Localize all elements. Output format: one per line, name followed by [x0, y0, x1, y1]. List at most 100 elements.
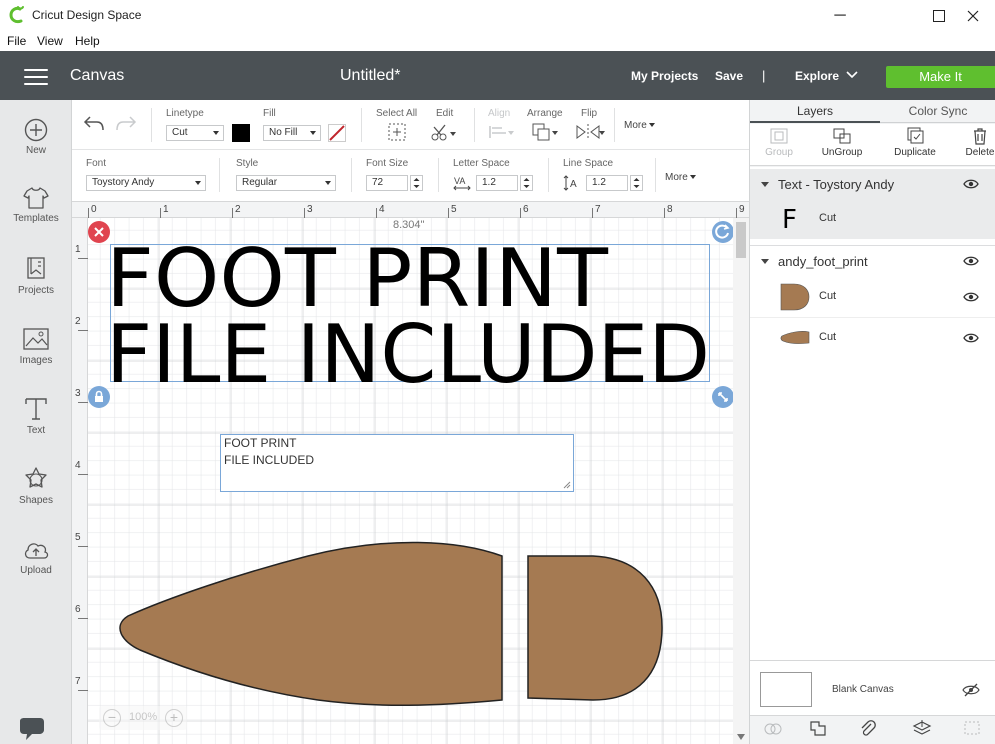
resize-grip-icon[interactable] [563, 481, 571, 489]
caret-down-icon [310, 131, 316, 135]
fill-value: No Fill [269, 127, 298, 138]
toolbar-divider [474, 108, 475, 142]
sidebar-item-new[interactable]: New [0, 118, 72, 156]
design-canvas[interactable]: 0 1 2 3 4 5 6 7 8 9 1 2 3 4 5 6 7 8.304" FOOT PRINT FIL… [72, 202, 749, 744]
contour-icon[interactable] [962, 719, 982, 737]
layer-group-text[interactable]: Text - Toystory Andy [750, 169, 995, 199]
tab-layers[interactable]: Layers [750, 100, 880, 123]
redo-icon[interactable] [115, 114, 137, 132]
eye-icon[interactable] [963, 178, 979, 190]
sidebar-item-images[interactable]: Images [0, 326, 72, 366]
eye-icon[interactable] [963, 332, 979, 344]
sidebar-item-label: Projects [17, 285, 55, 296]
minimize-button[interactable]: ─ [817, 0, 863, 31]
zoom-in-button[interactable]: + [165, 709, 183, 727]
collapse-triangle-icon[interactable] [761, 182, 769, 187]
linetype-color-swatch[interactable] [232, 124, 250, 142]
undo-icon[interactable] [83, 114, 105, 132]
sidebar-item-label: Upload [20, 565, 52, 576]
scrollbar-thumb[interactable] [736, 222, 746, 258]
menu-file[interactable]: File [7, 34, 26, 48]
sidebar-item-shapes[interactable]: Shapes [0, 466, 72, 506]
blank-canvas-swatch[interactable] [760, 672, 812, 707]
font-size-stepper-icon[interactable] [410, 175, 423, 191]
letter-space-stepper-icon[interactable] [520, 175, 533, 191]
edit-scissors-icon[interactable] [431, 123, 457, 141]
rotate-handle-icon[interactable] [711, 220, 735, 244]
headline-text[interactable]: FOOT PRINT FILE INCLUDED [102, 234, 722, 394]
group-button[interactable]: Group [764, 127, 794, 158]
blank-canvas-label: Blank Canvas [832, 684, 894, 695]
my-projects-link[interactable]: My Projects [631, 69, 698, 83]
save-link[interactable]: Save [715, 69, 743, 83]
ruler-top-tick [232, 208, 233, 218]
linetype-value: Cut [172, 127, 188, 138]
font-size-input[interactable]: 72 [366, 175, 408, 191]
align-icon[interactable] [488, 124, 514, 140]
layer-item[interactable]: Cut [750, 317, 995, 357]
blank-canvas-row[interactable]: Blank Canvas [750, 660, 995, 715]
edit-label: Edit [436, 108, 454, 119]
caret-down-icon [689, 175, 696, 180]
sidebar-item-projects[interactable]: Projects [0, 256, 72, 296]
caret-down-icon [195, 181, 201, 185]
foot-sole-shape[interactable] [119, 541, 503, 706]
delete-handle-icon[interactable] [87, 220, 111, 244]
make-it-button[interactable]: Make It [886, 66, 995, 88]
font-select[interactable]: Toystory Andy [86, 175, 206, 191]
foot-print-shapes[interactable] [118, 538, 666, 718]
menu-view[interactable]: View [37, 34, 63, 48]
minimize-icon: ─ [834, 6, 846, 24]
flip-icon[interactable] [575, 123, 605, 141]
ungroup-button[interactable]: UnGroup [820, 127, 864, 158]
explore-dropdown[interactable]: Explore [795, 69, 839, 83]
line-space-stepper-icon[interactable] [630, 175, 643, 191]
lock-handle-icon[interactable] [87, 385, 111, 409]
tab-color-sync[interactable]: Color Sync [880, 100, 995, 123]
close-button[interactable]: ✕ [950, 0, 995, 31]
delete-button[interactable]: Delete [964, 127, 995, 158]
hamburger-menu-icon[interactable] [24, 69, 48, 85]
eye-icon[interactable] [963, 255, 979, 267]
letter-space-input[interactable]: 1.2 [476, 175, 518, 191]
sidebar-item-upload[interactable]: Upload [0, 538, 72, 576]
eye-hidden-icon[interactable] [962, 683, 980, 697]
collapse-triangle-icon[interactable] [761, 259, 769, 264]
fill-select[interactable]: No Fill [263, 125, 321, 141]
canvas-vertical-scrollbar[interactable] [733, 218, 749, 744]
flip-label: Flip [581, 108, 598, 119]
zoom-out-button[interactable]: − [103, 709, 121, 727]
edit-more-button[interactable]: More [624, 120, 655, 131]
scroll-down-arrow-icon[interactable] [737, 734, 745, 740]
linetype-select[interactable]: Cut [166, 125, 224, 141]
toolbar-divider [219, 158, 220, 192]
arrange-icon[interactable] [531, 122, 559, 142]
layer-item[interactable]: Cut [750, 277, 995, 317]
weld-icon[interactable] [808, 719, 828, 737]
foot-heel-shape[interactable] [527, 555, 663, 701]
layer-group-foot-print[interactable]: andy_foot_print [750, 245, 995, 275]
slice-icon[interactable] [763, 720, 783, 738]
toolbar-divider [361, 108, 362, 142]
text-more-button[interactable]: More [665, 172, 696, 183]
eye-icon[interactable] [963, 291, 979, 303]
sidebar-item-label: Text [26, 425, 46, 436]
style-select[interactable]: Regular [236, 175, 336, 191]
select-all-icon[interactable] [388, 123, 406, 141]
ruler-top-tick-label: 6 [523, 204, 529, 215]
attach-paperclip-icon[interactable] [858, 719, 878, 737]
toolbar-divider [151, 108, 152, 142]
sidebar-item-templates[interactable]: Templates [0, 186, 72, 224]
duplicate-button[interactable]: Duplicate [890, 127, 940, 158]
flatten-icon[interactable] [912, 719, 932, 737]
text-edit-box[interactable]: FOOT PRINT FILE INCLUDED [220, 434, 574, 492]
chat-icon[interactable] [18, 718, 46, 742]
left-sidebar: New Templates Projects Images Text Shape… [0, 100, 72, 744]
resize-handle-icon[interactable] [711, 385, 735, 409]
line-space-input[interactable]: 1.2 [586, 175, 628, 191]
menu-help[interactable]: Help [75, 34, 100, 48]
sidebar-item-text[interactable]: Text [0, 396, 72, 436]
maximize-square-icon [933, 9, 945, 22]
layer-item[interactable]: F Cut [750, 199, 995, 239]
no-fill-swatch-icon[interactable] [328, 124, 346, 142]
